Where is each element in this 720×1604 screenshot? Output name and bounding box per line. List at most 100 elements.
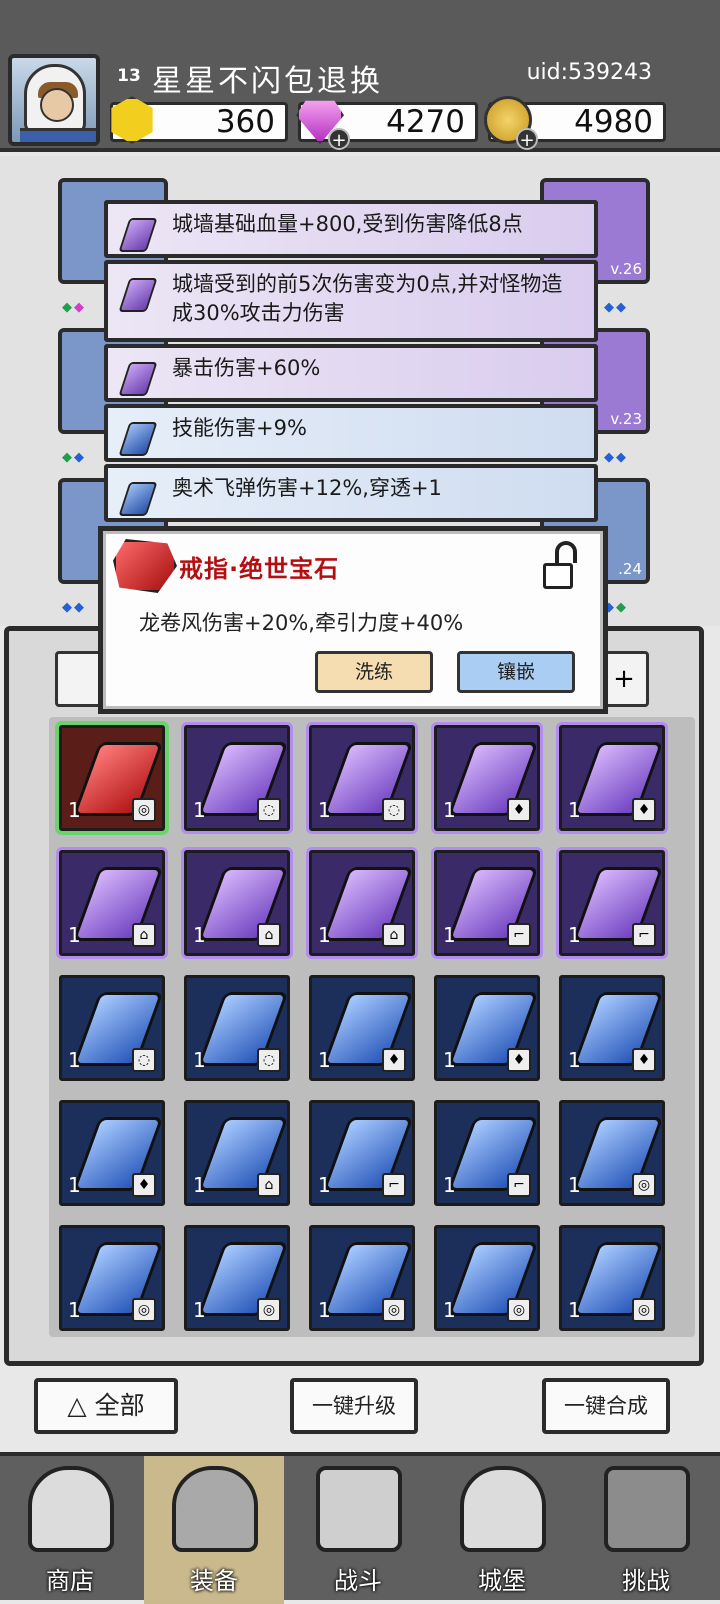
equipment-type-icon: ◌ [257, 798, 281, 822]
shop-icon [28, 1466, 114, 1552]
gem-slot[interactable]: 1 ♦ [559, 975, 665, 1081]
gem-stat-row: 暴击伤害+60% [104, 344, 598, 402]
gem-slot[interactable]: 1 ◎ [309, 1225, 415, 1331]
gem-count: 1 [68, 798, 81, 822]
gem-slot[interactable]: 1 ♦ [434, 725, 540, 831]
gem-socket-dots: ◆◆ [604, 300, 628, 315]
equipment-type-icon: ⌂ [257, 1173, 281, 1197]
gem-effect: 龙卷风伤害+20%,牵引力度+40% [139, 611, 464, 635]
gem-stat-row: 技能伤害+9% [104, 404, 598, 462]
equipment-type-icon: ♦ [132, 1173, 156, 1197]
gem-slot[interactable]: 1 ♦ [434, 975, 540, 1081]
gem-slot[interactable]: 1 ♦ [59, 1100, 165, 1206]
ruby-gem-icon [113, 539, 177, 593]
gem-slot[interactable]: 1 ⌂ [309, 850, 415, 956]
gem-slot[interactable]: 1 ◌ [184, 725, 290, 831]
equipment-type-icon: ⌐ [507, 1173, 531, 1197]
gem-slot[interactable]: 1 ⌐ [434, 850, 540, 956]
gem-slot[interactable]: 1 ◎ [559, 1100, 665, 1206]
equipment-type-icon: ◎ [132, 798, 156, 822]
gem-count: 1 [443, 1048, 456, 1072]
gem-count: 1 [68, 923, 81, 947]
gem-count: 1 [193, 798, 206, 822]
equipment-type-icon: ♦ [382, 1048, 406, 1072]
gem-count: 1 [443, 1173, 456, 1197]
equipment-type-icon: ◌ [132, 1048, 156, 1072]
equip-level: v.23 [610, 410, 642, 428]
gem-slot[interactable]: 1 ⌂ [184, 1100, 290, 1206]
gem-count: 1 [68, 1298, 81, 1322]
gem-slot[interactable]: 1 ◎ [434, 1225, 540, 1331]
gem-title: 戒指·绝世宝石 [179, 555, 340, 583]
equipment-type-icon: ⌂ [132, 923, 156, 947]
gem-count: 1 [568, 798, 581, 822]
bottom-nav: 商店 装备 战斗 城堡 挑战 [0, 1452, 720, 1604]
gem-stat-row: 奥术飞弹伤害+12%,穿透+1 [104, 464, 598, 522]
gem-stat-row: 城墙受到的前5次伤害变为0点,并对怪物造成30%攻击力伤害 [104, 260, 598, 342]
player-name: 星星不闪包退换 [152, 64, 383, 99]
inlay-button[interactable]: 镶嵌 [457, 651, 575, 693]
nav-equipment[interactable]: 装备 [144, 1456, 284, 1604]
equipment-type-icon: ♦ [507, 798, 531, 822]
player-avatar[interactable] [8, 54, 100, 146]
gem-slot[interactable]: 1 ◎ [184, 1225, 290, 1331]
gem-slot[interactable]: 1 ◎ [559, 1225, 665, 1331]
equipment-type-icon: ♦ [507, 1048, 531, 1072]
nav-shop[interactable]: 商店 [0, 1456, 140, 1604]
gem-count: 1 [68, 1173, 81, 1197]
gem-socket-dots: ◆◆ [62, 300, 86, 315]
gem-count: 1 [193, 1173, 206, 1197]
gem-slot[interactable]: 1 ⌂ [59, 850, 165, 956]
equipment-type-icon: ⌂ [257, 923, 281, 947]
gem-slot[interactable]: 1 ⌐ [309, 1100, 415, 1206]
nav-battle[interactable]: 战斗 [288, 1456, 428, 1604]
merge-all-button[interactable]: 一键合成 [542, 1378, 670, 1434]
gem-socket-dots: ◆◆ [604, 450, 628, 465]
gem-slot[interactable]: 1 ♦ [559, 725, 665, 831]
equipment-type-icon: ◌ [382, 798, 406, 822]
gem-socket-dots: ◆◆ [62, 600, 86, 615]
locked-shield-icon [604, 1466, 690, 1552]
gem-slot[interactable]: 1 ⌐ [559, 850, 665, 956]
gem-slot[interactable]: 1 ♦ [309, 975, 415, 1081]
gem-socket-dots: ◆◆ [62, 450, 86, 465]
gem-slot[interactable]: 1 ⌐ [434, 1100, 540, 1206]
blue-gem-icon [118, 482, 158, 516]
nav-challenge[interactable]: 挑战 [576, 1456, 716, 1604]
gem-count: 1 [318, 1173, 331, 1197]
gem-stat-row: 城墙基础血量+800,受到伤害降低8点 [104, 200, 598, 258]
equipment-type-icon: ◎ [632, 1298, 656, 1322]
gem-count: 1 [443, 798, 456, 822]
gem-detail-popup: 戒指·绝世宝石 龙卷风伤害+20%,牵引力度+40% 洗练 镶嵌 [98, 526, 608, 714]
top-bar: 13 星星不闪包退换 uid:539243 360 4270 + 4980 + [0, 0, 720, 152]
gem-slot[interactable]: 1 ◌ [309, 725, 415, 831]
equipment-type-icon: ◎ [257, 1298, 281, 1322]
gem-count: 1 [568, 1048, 581, 1072]
gem-count: 1 [318, 1298, 331, 1322]
gem-slot[interactable]: 1 ◌ [59, 975, 165, 1081]
blue-gem-icon [118, 422, 158, 456]
nav-castle[interactable]: 城堡 [432, 1456, 572, 1604]
add-coin-button[interactable]: + [516, 128, 538, 151]
avatar-face [40, 88, 74, 122]
gem-grid: 1 ◎ 1 ◌ 1 ◌ 1 ♦ 1 ♦ 1 ⌂ 1 ⌂ 1 ⌂ 1 ⌐ 1 ⌐ 1 ◌ 1 ◌ 1 ♦ 1 ♦ 1 ♦ 1 ♦ 1 ⌂ 1 ⌐ 1 ⌐ 1 ◎… [49, 717, 695, 1337]
equipment-type-icon: ◎ [382, 1298, 406, 1322]
gem-slot[interactable]: 1 ⌂ [184, 850, 290, 956]
gem-slot[interactable]: 1 ◎ [59, 725, 165, 831]
unlock-icon[interactable] [543, 541, 577, 589]
reroll-button[interactable]: 洗练 [315, 651, 433, 693]
upgrade-all-button[interactable]: 一键升级 [290, 1378, 418, 1434]
gem-count: 1 [193, 1048, 206, 1072]
equipment-type-icon: ⌂ [382, 923, 406, 947]
player-uid: uid:539243 [526, 60, 652, 85]
gem-slot[interactable]: 1 ◌ [184, 975, 290, 1081]
player-level-badge: 13 [112, 60, 146, 92]
gem-count: 1 [193, 923, 206, 947]
equipment-type-icon: ◎ [632, 1173, 656, 1197]
filter-all-button[interactable]: △ 全部 [34, 1378, 178, 1434]
gem-slot[interactable]: 1 ◎ [59, 1225, 165, 1331]
add-gem-button[interactable]: + [328, 128, 350, 151]
equipment-type-icon: ♦ [632, 1048, 656, 1072]
gem-count: 1 [318, 1048, 331, 1072]
gem-count: 1 [443, 923, 456, 947]
